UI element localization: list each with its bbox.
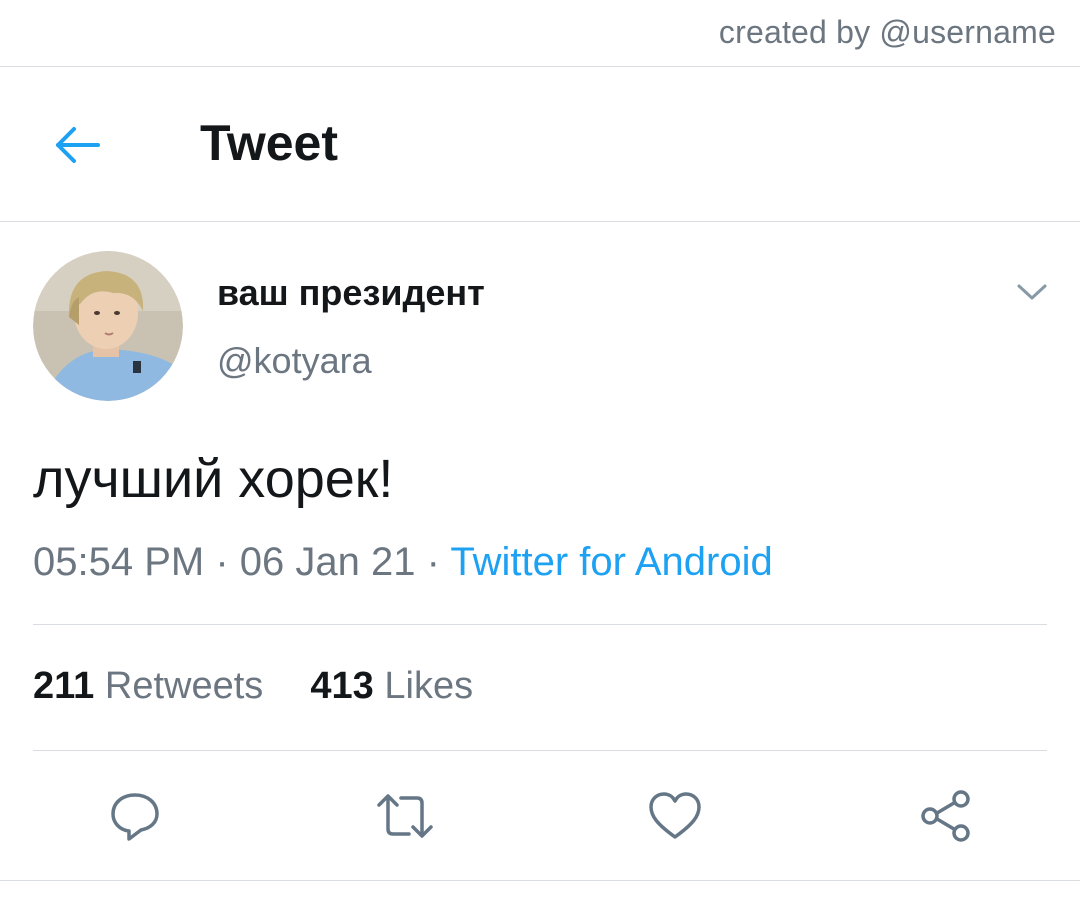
reply-button[interactable]	[105, 786, 165, 846]
tweet-stats: 211 Retweets 413 Likes	[33, 665, 473, 708]
retweet-icon	[377, 794, 433, 838]
tweet-time: 05:54 PM	[33, 540, 205, 584]
bottom-divider	[0, 880, 1080, 881]
likes-label: Likes	[384, 665, 474, 707]
app-header: Tweet	[0, 68, 1080, 221]
tweet-text: лучший хорек!	[33, 449, 394, 509]
meta-divider	[33, 624, 1047, 625]
share-icon	[921, 790, 970, 842]
likes-stat[interactable]: 413 Likes	[310, 665, 473, 707]
share-button[interactable]	[915, 786, 975, 846]
tweet-source-link[interactable]: Twitter for Android	[450, 540, 772, 584]
retweets-count: 211	[33, 665, 95, 707]
credit-watermark: created by @username	[718, 14, 1056, 50]
top-divider	[0, 66, 1080, 67]
back-button[interactable]	[50, 118, 104, 172]
avatar[interactable]	[33, 251, 183, 401]
retweets-stat[interactable]: 211 Retweets	[33, 665, 274, 707]
reply-icon	[111, 793, 159, 841]
more-options-button[interactable]	[1012, 276, 1052, 308]
page-title: Tweet	[200, 115, 338, 171]
meta-separator: ·	[215, 540, 229, 584]
tweet-meta: 05:54 PM · 06 Jan 21 · Twitter for Andro…	[33, 540, 773, 585]
meta-separator: ·	[426, 540, 440, 584]
user-handle[interactable]: @kotyara	[217, 340, 372, 382]
retweet-button[interactable]	[375, 786, 435, 846]
arrow-left-icon	[56, 127, 100, 163]
retweets-label: Retweets	[104, 665, 264, 707]
display-name[interactable]: ваш президент	[217, 272, 485, 314]
likes-count: 413	[310, 665, 374, 707]
tweet-date: 06 Jan 21	[239, 540, 416, 584]
header-divider	[0, 221, 1080, 222]
heart-icon	[649, 792, 701, 839]
chevron-down-icon	[1017, 284, 1047, 300]
stats-divider	[33, 750, 1047, 751]
like-button[interactable]	[645, 786, 705, 846]
